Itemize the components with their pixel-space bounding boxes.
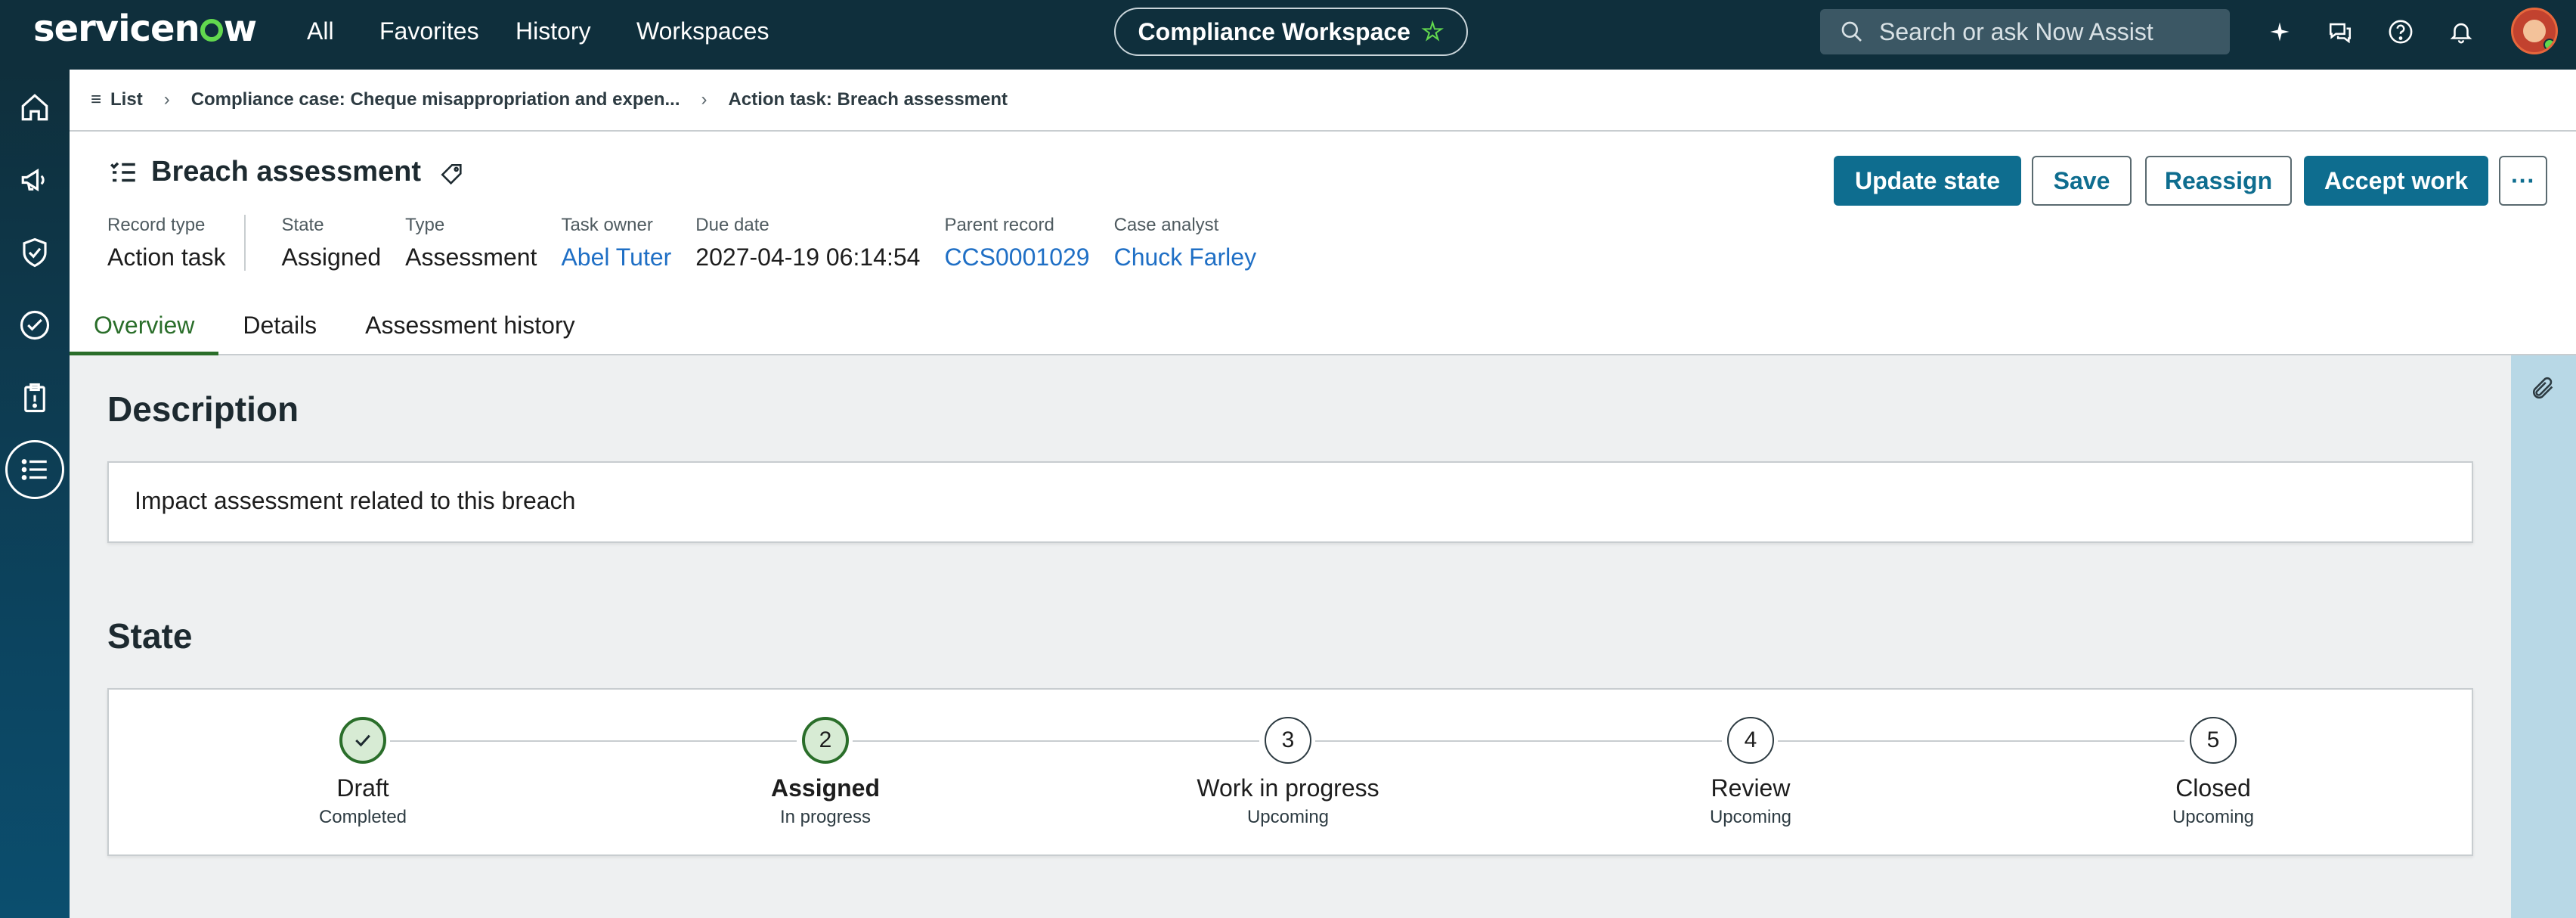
field-label: State	[281, 215, 324, 235]
search-icon	[1841, 21, 1862, 42]
state-title: State	[107, 616, 193, 656]
field-label: Type	[405, 215, 445, 235]
field-due-date: Due date 2027-04-19 06:14:54	[695, 215, 920, 271]
chat-icon[interactable]	[2325, 17, 2355, 47]
save-button[interactable]: Save	[2032, 156, 2132, 206]
task-owner-link[interactable]: Abel Tuter	[561, 243, 671, 271]
step-assigned[interactable]: 2 Assigned In progress	[712, 717, 939, 828]
reassign-button[interactable]: Reassign	[2145, 156, 2292, 206]
field-label: Parent record	[944, 215, 1054, 235]
field-value: Assessment	[405, 243, 537, 271]
global-search[interactable]: Search or ask Now Assist	[1820, 9, 2230, 54]
breadcrumb-current: Action task: Breach assessment	[728, 89, 1008, 110]
breadcrumb: ≡ List › Compliance case: Cheque misappr…	[70, 70, 2576, 132]
field-label: Task owner	[561, 215, 653, 235]
field-case-analyst: Case analyst Chuck Farley	[1114, 215, 1257, 271]
record-header: Breach assessment Record type Action tas…	[70, 132, 2576, 355]
check-circle-icon[interactable]	[17, 307, 53, 343]
clipboard-icon[interactable]	[17, 380, 53, 416]
field-label: Record type	[107, 215, 206, 235]
home-icon[interactable]	[17, 89, 53, 126]
step-closed[interactable]: 5 Closed Upcoming	[2100, 717, 2327, 828]
record-tabs: Overview Details Assessment history	[70, 304, 599, 355]
tab-details[interactable]: Details	[218, 304, 341, 355]
step-review[interactable]: 4 Review Upcoming	[1637, 717, 1864, 828]
tab-overview[interactable]: Overview	[70, 304, 219, 355]
user-avatar[interactable]	[2511, 8, 2558, 54]
step-number: 3	[1265, 717, 1311, 764]
megaphone-icon[interactable]	[17, 162, 53, 198]
description-title: Description	[107, 389, 299, 429]
workspace-selector[interactable]: Compliance Workspace ☆	[1114, 8, 1468, 56]
field-parent-record: Parent record CCS0001029	[944, 215, 1089, 271]
servicenow-logo[interactable]: servicen w	[33, 8, 257, 50]
top-header: servicen w All Favorites History Workspac…	[0, 0, 2576, 70]
breadcrumb-case[interactable]: Compliance case: Cheque misappropriation…	[191, 89, 680, 110]
accept-work-button[interactable]: Accept work	[2304, 156, 2488, 206]
step-status: Upcoming	[2172, 807, 2255, 827]
notifications-bell-icon[interactable]	[2446, 17, 2476, 47]
breadcrumb-list[interactable]: List	[110, 89, 143, 110]
field-label: Case analyst	[1113, 215, 1219, 235]
workspace-name: Compliance Workspace	[1138, 17, 1410, 45]
step-draft[interactable]: Draft Completed	[249, 717, 476, 828]
field-divider	[243, 215, 246, 271]
avatar-face	[2523, 20, 2546, 42]
step-work-in-progress[interactable]: 3 Work in progress Upcoming	[1175, 717, 1401, 828]
help-icon[interactable]	[2386, 17, 2416, 47]
favorite-star-icon[interactable]: ☆	[1421, 17, 1444, 47]
field-label: Due date	[695, 215, 769, 235]
step-name: Assigned	[770, 774, 881, 802]
list-lines-icon: ≡	[91, 89, 102, 110]
description-text: Impact assessment related to this breach	[135, 487, 576, 514]
left-rail	[0, 70, 70, 918]
record-title-row: Breach assessment	[107, 156, 465, 188]
field-value: 2027-04-19 06:14:54	[695, 243, 921, 271]
tag-icon[interactable]	[439, 162, 465, 188]
side-panel	[2511, 355, 2576, 918]
now-assist-sparkle-icon[interactable]	[2265, 17, 2295, 47]
field-value: Action task	[107, 243, 226, 271]
nav-favorites[interactable]: Favorites	[379, 0, 479, 62]
update-state-button[interactable]: Update state	[1834, 156, 2021, 206]
presence-dot	[2543, 39, 2556, 51]
action-task-icon	[110, 162, 135, 181]
step-status: Completed	[318, 807, 407, 827]
field-state: State Assigned	[282, 215, 382, 271]
field-type: Type Assessment	[405, 215, 537, 271]
step-status: Upcoming	[1246, 807, 1330, 827]
nav-history[interactable]: History	[516, 0, 591, 62]
step-number: 5	[2190, 717, 2237, 764]
chevron-right-icon: ›	[163, 89, 170, 110]
step-name: Draft	[336, 774, 389, 802]
tab-assessment-history[interactable]: Assessment history	[341, 304, 599, 355]
step-name: Review	[1711, 774, 1791, 802]
shield-icon[interactable]	[17, 234, 53, 271]
state-stepper-card: Draft Completed 2 Assigned In progress 3…	[107, 688, 2473, 856]
record-title: Breach assessment	[151, 156, 421, 188]
step-status: In progress	[779, 807, 872, 827]
field-record-type: Record type Action task	[107, 215, 226, 271]
field-task-owner: Task owner Abel Tuter	[561, 215, 671, 271]
step-status: Upcoming	[1709, 807, 1792, 827]
description-card: Impact assessment related to this breach	[107, 461, 2473, 543]
more-actions-button[interactable]: ···	[2499, 156, 2547, 206]
field-value: Assigned	[281, 243, 382, 271]
step-number: 2	[802, 717, 849, 764]
nav-all[interactable]: All	[307, 0, 334, 62]
parent-record-link[interactable]: CCS0001029	[944, 243, 1089, 271]
paperclip-icon[interactable]	[2531, 375, 2556, 401]
case-analyst-link[interactable]: Chuck Farley	[1114, 243, 1257, 271]
chevron-right-icon: ›	[701, 89, 707, 110]
checkmark-icon	[339, 717, 386, 764]
search-placeholder: Search or ask Now Assist	[1879, 17, 2153, 45]
step-number: 4	[1727, 717, 1774, 764]
nav-workspaces[interactable]: Workspaces	[636, 0, 769, 62]
step-name: Work in progress	[1197, 774, 1379, 802]
step-name: Closed	[2175, 774, 2251, 802]
list-icon[interactable]	[5, 440, 64, 499]
record-fields: Record type Action task State Assigned T…	[107, 215, 1280, 271]
logo-o-mark	[200, 19, 223, 42]
